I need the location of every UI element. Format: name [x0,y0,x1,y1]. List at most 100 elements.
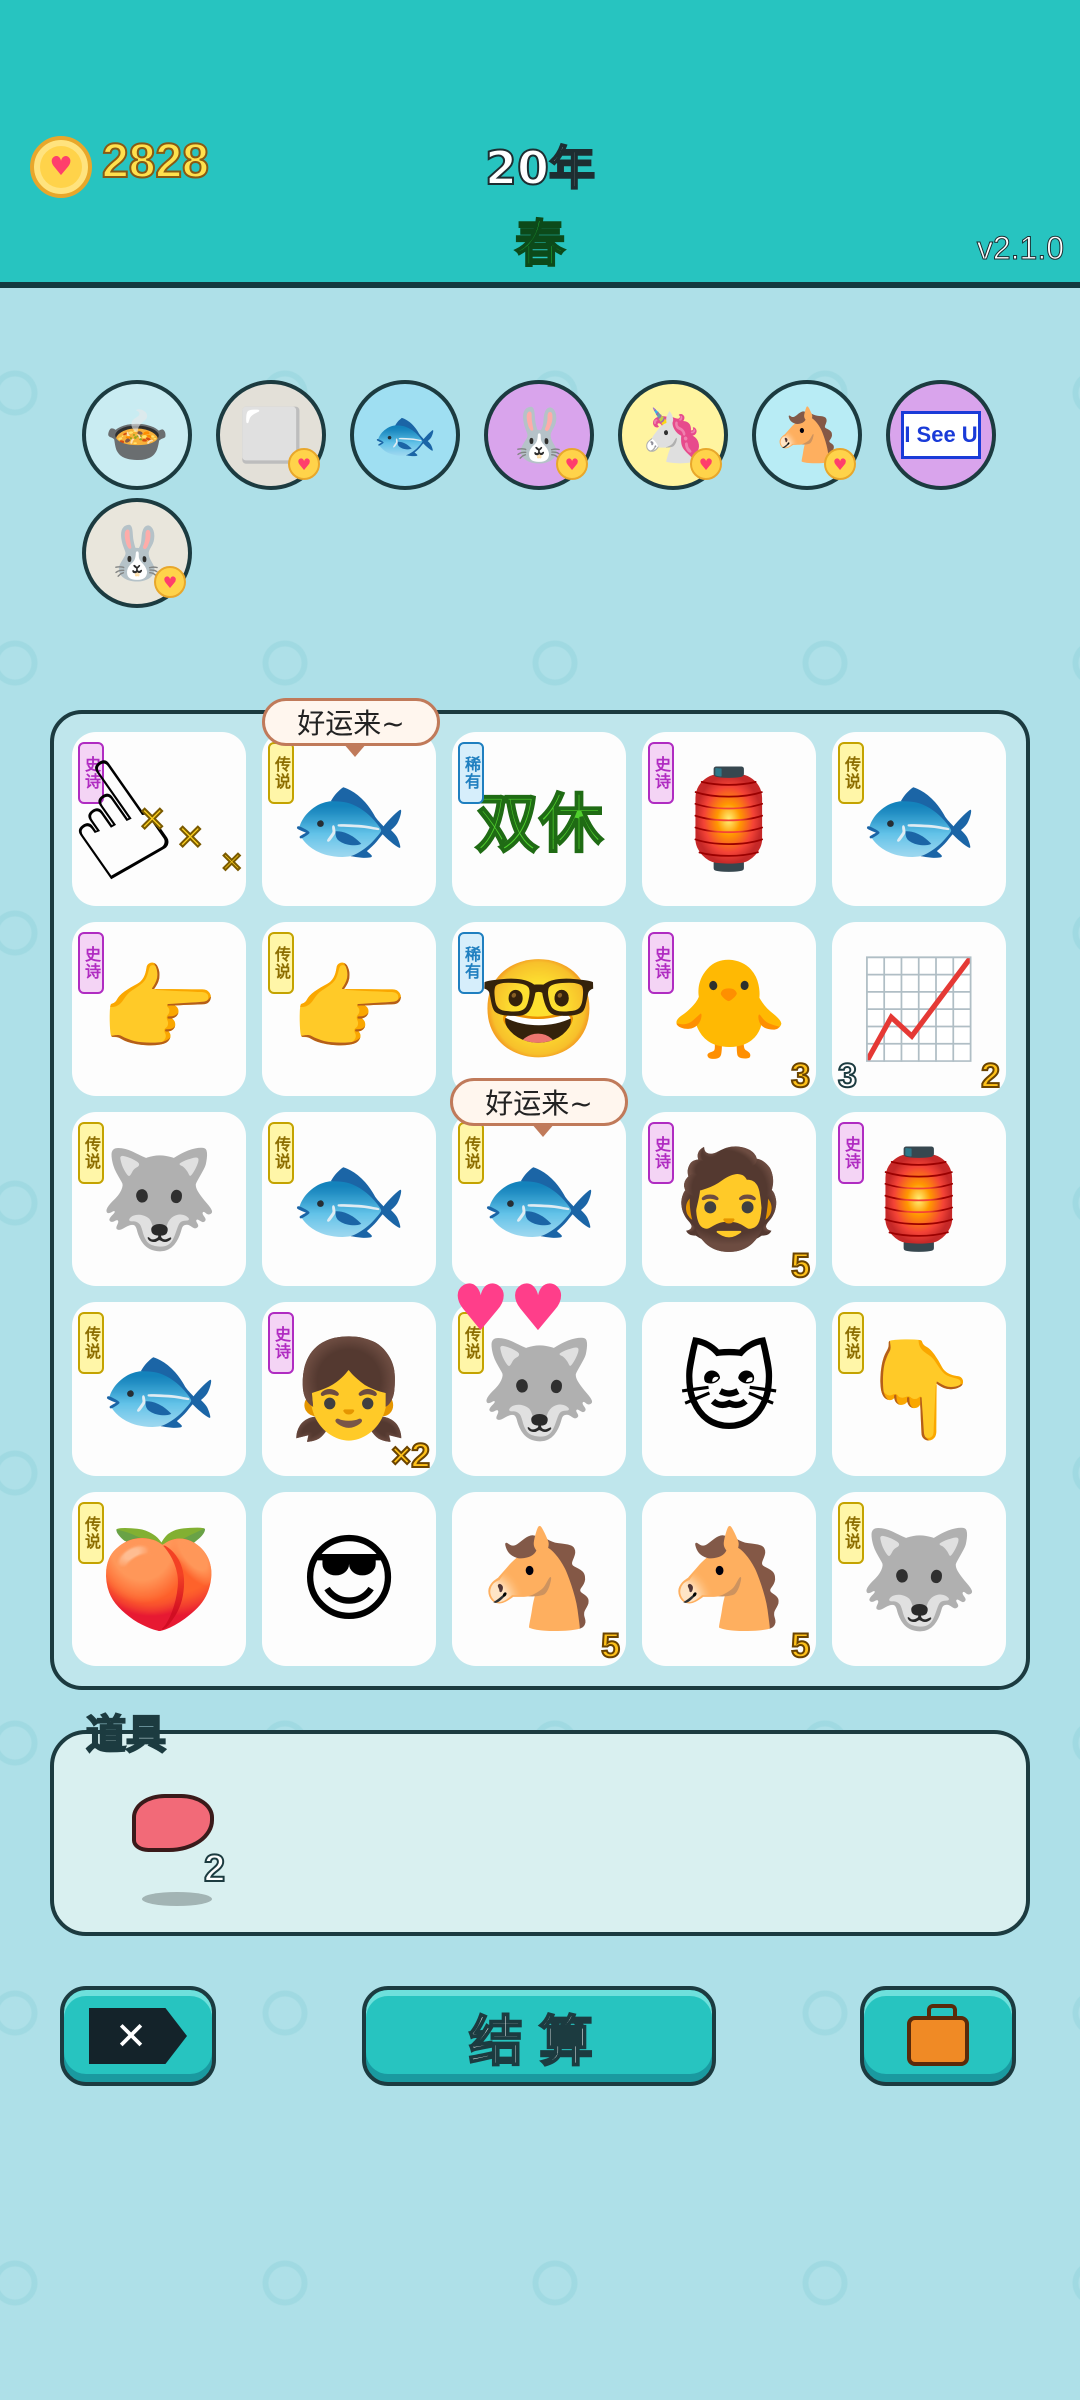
golden-hand-icon: 👉 [289,953,409,1065]
rarity-tag: 传说 [838,742,864,804]
item-count-left: 3 [837,1056,858,1096]
rarity-tag: 传说 [838,1502,864,1564]
coin-icon: ♥ [30,136,92,198]
koi-fish-icon: 🐟 [859,763,979,875]
collected-item[interactable]: 🐴 ♥ [752,380,862,490]
husky-king-icon: 🐺 [99,1143,219,1255]
koi-fish-icon: 🐟 [289,763,409,875]
collected-item[interactable]: 🦄 ♥ [618,380,728,490]
rarity-tag: 传说 [78,1312,104,1374]
item-count: 5 [790,1246,811,1286]
rarity-tag: 史诗 [648,932,674,994]
settle-label: 结算 [468,2009,609,2074]
coin-count: 2828 [101,134,210,189]
board-cell[interactable]: 👉 史诗 [72,922,246,1096]
rarity-tag: 稀有 [458,742,484,804]
collected-item[interactable]: 🍲 [82,380,192,490]
item-count: 2 [980,1056,1001,1096]
collected-item[interactable]: I See U [886,380,996,490]
i-see-u-icon: I See U [901,411,981,459]
board-cell[interactable]: 👧 史诗 ×2 [262,1302,436,1476]
heart-badge-icon: ♥ [556,448,588,480]
braided-girl-icon: 👧 [289,1333,409,1445]
heart-glasses-man-icon: 😎 [298,1523,400,1635]
board-cell[interactable]: 🐥 史诗 3 [642,922,816,1096]
board-cell[interactable]: 🍑 传说 [72,1492,246,1666]
settle-button[interactable]: 结算 [362,1986,716,2086]
board-cell[interactable]: 🐟 传说 [262,732,436,906]
board-cell[interactable]: 🐟 传说 [832,732,1006,906]
speech-bubble: 好运来~ [262,698,440,757]
prop-shadow [142,1892,212,1906]
speech-bubble: 好运来~ [450,1078,628,1137]
board-cell[interactable]: 🐺 传说 [72,1112,246,1286]
board-cell[interactable]: 👇 传说 [832,1302,1006,1476]
item-count: 5 [790,1626,811,1666]
board-cell[interactable]: 🏮 史诗 [832,1112,1006,1286]
board-cell[interactable]: 🐴 5 [642,1492,816,1666]
item-count: 5 [600,1626,621,1666]
board-cell[interactable]: 🐟 传说 [72,1302,246,1476]
husky-king-icon: 🐺 [479,1333,599,1445]
husky-king-icon: 🐺 [859,1523,979,1635]
rarity-tag: 史诗 [838,1122,864,1184]
board-cell[interactable]: 🐟 传说 [262,1112,436,1286]
heart-badge-icon: ♥ [690,448,722,480]
rarity-tag: 史诗 [268,1312,294,1374]
collected-item[interactable]: 🐰 ♥ [82,498,192,608]
board-cell[interactable]: 🤓 稀有 [452,922,626,1096]
board-cell[interactable]: 😎 [262,1492,436,1666]
top-bar: ♥ 2828 20年 春 v2.1.0 [0,0,1080,282]
props-panel: 2 [50,1730,1030,1936]
green-hat-man-icon: 🧔 [669,1143,789,1255]
lantern-tent-icon: 🏮 [859,1143,979,1255]
collected-item[interactable]: 🐰 ♥ [484,380,594,490]
gray-hand-icon: 👉 [99,953,219,1065]
double-rest-icon: 双休 [474,787,604,863]
item-count: ×2 [390,1436,431,1476]
board-cell[interactable]: 🐱 [642,1302,816,1476]
horse-icon: 🐴 [479,1523,599,1635]
heart-badge-icon: ♥ [288,448,320,480]
rarity-tag: 史诗 [648,742,674,804]
horse-icon: 🐴 [669,1523,789,1635]
rarity-tag: 传说 [268,742,294,804]
rarity-tag: 传说 [458,1122,484,1184]
rarity-tag: 传说 [78,1122,104,1184]
prop-count: 2 [203,1847,226,1891]
board-cell[interactable]: 🐴 5 [452,1492,626,1666]
koi-fish-icon: 🐟 [479,1143,599,1255]
board-cell[interactable]: 🧔 史诗 5 [642,1112,816,1286]
rarity-tag: 史诗 [78,932,104,994]
board-cell[interactable]: 👉 传说 [262,922,436,1096]
rarity-tag: 传说 [268,932,294,994]
props-title: 道具 [85,1711,167,1759]
close-icon: ✕ [89,2008,187,2064]
board-cell[interactable]: 双休 稀有 [452,732,626,906]
header-divider [0,282,1080,288]
heart-badge-icon: ♥ [154,566,186,598]
collected-item[interactable]: 🐟 [350,380,460,490]
briefcase-icon [907,2004,969,2066]
glasses-man-icon: 🤓 [479,953,599,1065]
multiplier-x-icon: ✕ [175,817,205,859]
multiplier-x-icon: ✕ [137,799,167,841]
rarity-tag: 稀有 [458,932,484,994]
multiplier-x-icon: ✕ [219,845,245,880]
rarity-tag: 传说 [268,1122,294,1184]
close-button[interactable]: ✕ [60,1986,216,2086]
lantern-tent-icon: 🏮 [669,763,789,875]
collected-item[interactable]: ⬜ ♥ [216,380,326,490]
heart-badge-icon: ♥ [824,448,856,480]
item-count: 3 [790,1056,811,1096]
board-cell[interactable]: 🐺 传说 [832,1492,1006,1666]
bag-button[interactable] [860,1986,1016,2086]
plums-icon: 🍑 [99,1523,219,1635]
golden-hand-icon: 👇 [859,1333,979,1445]
koi-fish-icon: 🐟 [99,1333,219,1445]
board-cell[interactable]: 📈 2 3 [832,922,1006,1096]
year-label: 20年 [484,140,596,196]
board-cell[interactable]: 🏮 史诗 [642,732,816,906]
board-cell[interactable]: 🐟 传说 [452,1112,626,1286]
liver-icon [132,1794,214,1852]
